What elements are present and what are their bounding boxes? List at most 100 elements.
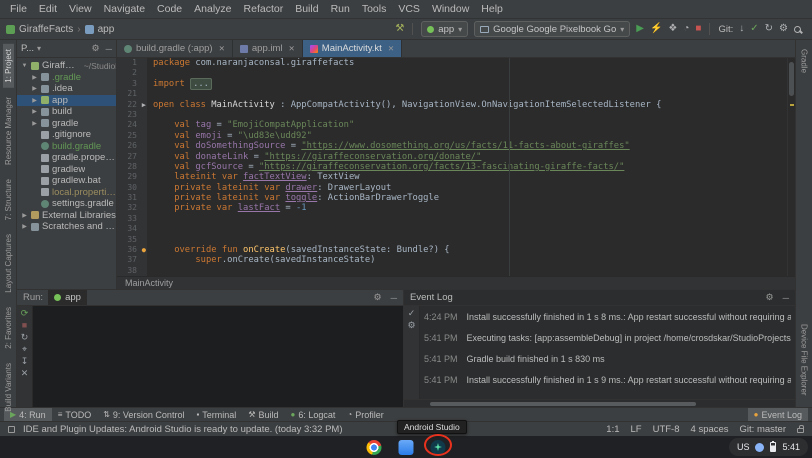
- breadcrumb-project[interactable]: GiraffeFacts: [19, 24, 73, 35]
- system-tray[interactable]: US 5:41: [729, 438, 808, 456]
- project-tree-item-gradle[interactable]: ▶.gradle: [17, 72, 116, 84]
- menu-item-run[interactable]: Run: [325, 0, 356, 18]
- menu-item-window[interactable]: Window: [426, 0, 475, 18]
- event-log-minimize-icon[interactable]: ─: [783, 293, 789, 303]
- run-gutter-icon[interactable]: ▶: [142, 100, 146, 110]
- status-1-1[interactable]: 1:1: [606, 424, 619, 435]
- tool-stripe-build-variants[interactable]: Build Variants: [3, 358, 14, 417]
- project-tree-item-scratches-and-co[interactable]: ▶Scratches and Co: [17, 221, 116, 233]
- event-log-settings-icon[interactable]: ⚙: [766, 292, 774, 303]
- android-studio-icon[interactable]: [431, 440, 446, 455]
- project-tree-item-gradle-properties[interactable]: gradle.properties: [17, 152, 116, 164]
- menu-item-help[interactable]: Help: [475, 0, 509, 18]
- close-tab-icon[interactable]: ✕: [219, 44, 225, 53]
- toolwindow-button-build[interactable]: ⚒Build: [242, 408, 284, 421]
- project-tree-item-gitignore[interactable]: .gitignore: [17, 129, 116, 141]
- status-git-master[interactable]: Git: master: [740, 424, 786, 435]
- toolwindow-button-event-log[interactable]: ●Event Log: [748, 408, 808, 421]
- event-settings-icon[interactable]: ⚙: [407, 321, 415, 330]
- run-console[interactable]: [33, 306, 403, 407]
- menu-item-refactor[interactable]: Refactor: [238, 0, 290, 18]
- event-log-entry[interactable]: 5:41 PMInstall successfully finished in …: [424, 372, 791, 393]
- toolwindow-toggle-icon[interactable]: [8, 426, 15, 433]
- device-selector[interactable]: Google Google Pixelbook Go ▾: [474, 21, 630, 37]
- project-tree-item-gradlew-bat[interactable]: gradlew.bat: [17, 175, 116, 187]
- project-tree-item-build-gradle[interactable]: build.gradle: [17, 141, 116, 153]
- toolwindow-button-9-version-control[interactable]: ⇅9: Version Control: [97, 408, 190, 421]
- project-tree-item-settings-gradle[interactable]: settings.gradle: [17, 198, 116, 210]
- tool-stripe-layout-captures[interactable]: Layout Captures: [3, 229, 14, 298]
- clear-console-icon[interactable]: ✕: [21, 369, 29, 378]
- stop-icon[interactable]: ■: [22, 321, 27, 330]
- code-editor[interactable]: 1package com.naranjaconsal.giraffefacts2…: [117, 58, 795, 276]
- run-settings-gear-icon[interactable]: ⚙: [374, 292, 382, 303]
- menu-item-edit[interactable]: Edit: [33, 0, 63, 18]
- tool-stripe-device-file-explorer[interactable]: Device File Explorer: [799, 319, 810, 401]
- editor-breadcrumb-item[interactable]: MainActivity: [125, 278, 173, 288]
- build-hammer-icon[interactable]: ⚒: [395, 24, 404, 34]
- restart-activity-icon[interactable]: ↻: [21, 333, 29, 342]
- override-gutter-icon[interactable]: ●: [142, 245, 146, 255]
- git-revert-icon[interactable]: ↻: [765, 24, 773, 34]
- debug-button[interactable]: ❖: [668, 24, 677, 34]
- project-hide-icon[interactable]: ─: [106, 44, 112, 54]
- scroll-to-end-icon[interactable]: ↧: [21, 357, 29, 366]
- project-tree-item-app[interactable]: ▶app: [17, 95, 116, 107]
- menu-item-navigate[interactable]: Navigate: [98, 0, 151, 18]
- apply-changes-button[interactable]: ⚡: [650, 24, 662, 34]
- project-tree-item-gradle[interactable]: ▶gradle: [17, 118, 116, 130]
- project-tree-item-local-properties[interactable]: local.properties: [17, 187, 116, 199]
- event-log-hscrollbar[interactable]: [404, 399, 795, 407]
- menu-item-tools[interactable]: Tools: [356, 0, 393, 18]
- menu-item-analyze[interactable]: Analyze: [188, 0, 237, 18]
- chrome-icon[interactable]: [367, 440, 382, 455]
- tool-stripe-2-favorites[interactable]: 2: Favorites: [3, 302, 14, 354]
- project-panel-title[interactable]: P...: [21, 43, 34, 54]
- toolwindow-button-todo[interactable]: ≡TODO: [52, 408, 98, 421]
- editor-scrollbar[interactable]: [787, 58, 795, 276]
- menu-item-view[interactable]: View: [63, 0, 98, 18]
- project-tree-item-giraffefacts[interactable]: ▼GiraffeFacts~/StudioProj: [17, 60, 116, 72]
- menu-item-file[interactable]: File: [4, 0, 33, 18]
- profile-button[interactable]: ◔: [683, 24, 689, 34]
- run-tab-app[interactable]: app: [48, 290, 87, 305]
- tool-stripe-7-structure[interactable]: 7: Structure: [3, 174, 14, 225]
- scrollbar-thumb[interactable]: [430, 402, 696, 406]
- tool-stripe-1-project[interactable]: 1: Project: [3, 44, 14, 88]
- event-log-entry[interactable]: 5:41 PMExecuting tasks: [app:assembleDeb…: [424, 330, 791, 351]
- toolwindow-button-profiler[interactable]: ◔Profiler: [341, 408, 389, 421]
- read-only-lock-icon[interactable]: [797, 428, 804, 433]
- pin-icon[interactable]: ⌖: [22, 345, 27, 354]
- editor-tab-mainactivity-kt[interactable]: MainActivity.kt✕: [303, 40, 402, 57]
- rerun-icon[interactable]: ⟳: [21, 309, 29, 318]
- editor-tab-app-iml[interactable]: app.iml✕: [233, 40, 303, 57]
- mark-read-icon[interactable]: ✓: [408, 309, 416, 318]
- tool-stripe-resource-manager[interactable]: Resource Manager: [3, 92, 14, 170]
- close-tab-icon[interactable]: ✕: [289, 44, 295, 53]
- breadcrumb-module[interactable]: app: [98, 24, 115, 35]
- run-minimize-icon[interactable]: ─: [391, 293, 397, 303]
- project-tree-item-build[interactable]: ▶build: [17, 106, 116, 118]
- close-tab-icon[interactable]: ✕: [388, 44, 394, 53]
- event-log-entry[interactable]: 4:24 PMInstall successfully finished in …: [424, 309, 791, 330]
- run-button[interactable]: ▶: [636, 24, 644, 34]
- git-commit-icon[interactable]: ✓: [750, 24, 758, 34]
- event-log-entry[interactable]: 5:41 PMGradle build finished in 1 s 830 …: [424, 351, 791, 372]
- project-tree-item-external-libraries[interactable]: ▶External Libraries: [17, 210, 116, 222]
- project-settings-gear-icon[interactable]: ⚙: [92, 43, 100, 54]
- editor-tab-build-gradle-app[interactable]: build.gradle (:app)✕: [117, 40, 233, 57]
- status-utf-8[interactable]: UTF-8: [653, 424, 680, 435]
- status-4-spaces[interactable]: 4 spaces: [691, 424, 729, 435]
- stop-button[interactable]: ■: [695, 24, 701, 34]
- project-tree-item-gradlew[interactable]: gradlew: [17, 164, 116, 176]
- settings-gear-icon[interactable]: ⚙: [779, 24, 788, 34]
- status-lf[interactable]: LF: [631, 424, 642, 435]
- toolwindow-button-terminal[interactable]: ▪Terminal: [190, 408, 242, 421]
- code-area[interactable]: 1package com.naranjaconsal.giraffefacts2…: [117, 58, 787, 276]
- project-tree-item-idea[interactable]: ▶.idea: [17, 83, 116, 95]
- menu-item-code[interactable]: Code: [151, 0, 188, 18]
- menu-item-vcs[interactable]: VCS: [392, 0, 426, 18]
- toolwindow-button-6-logcat[interactable]: ●6: Logcat: [285, 408, 342, 421]
- run-config-selector[interactable]: app ▾: [421, 21, 468, 37]
- git-update-icon[interactable]: ↓: [739, 24, 744, 34]
